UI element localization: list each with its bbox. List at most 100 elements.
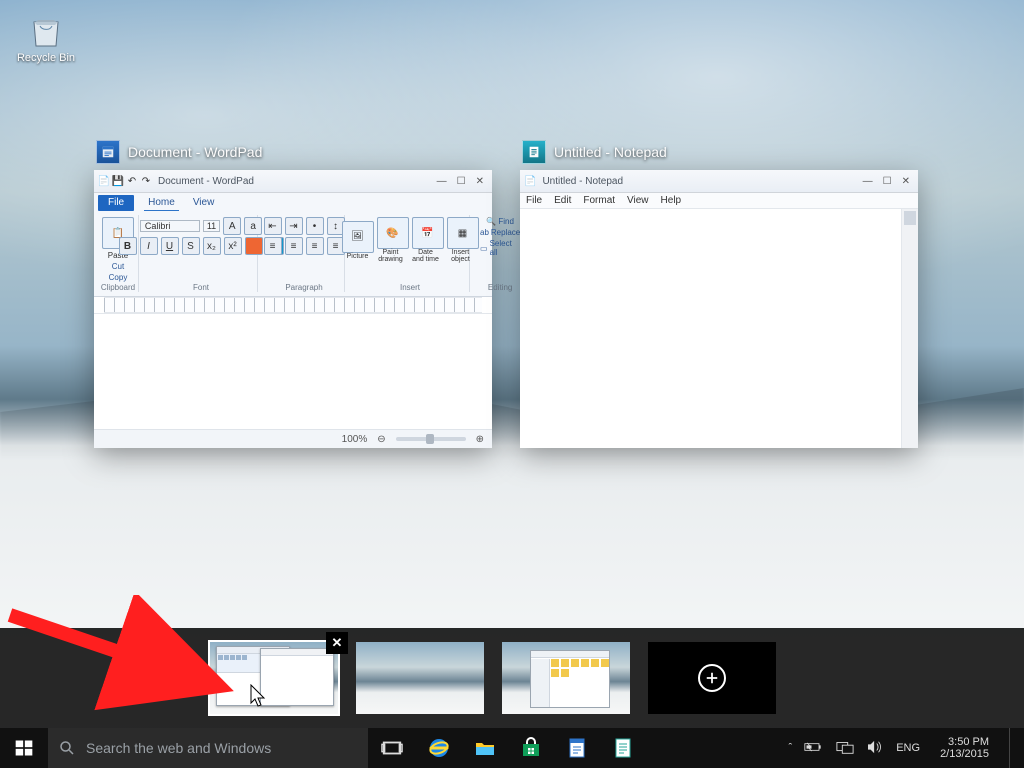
highlight-icon [245, 237, 263, 255]
qat-save-icon: 💾 [112, 175, 124, 187]
find-icon: 🔍 [486, 217, 496, 226]
close-icon: ✕ [902, 176, 910, 187]
zoom-percent: 100% [342, 434, 368, 445]
taskview-window-notepad[interactable]: Untitled - Notepad 📄 Untitled - Notepad … [520, 140, 918, 448]
taskbar-app-notepad[interactable] [600, 728, 646, 768]
align-right-icon: ≡ [306, 237, 324, 255]
maximize-icon: ☐ [457, 176, 466, 187]
wordpad-app-icon [96, 140, 120, 164]
bullets-icon: • [306, 217, 324, 235]
close-icon: ✕ [476, 176, 484, 187]
qat-redo-icon: ↷ [140, 175, 152, 187]
recycle-bin-icon[interactable]: Recycle Bin [14, 10, 78, 64]
zoom-slider [396, 437, 466, 441]
close-desktop-button[interactable]: ✕ [326, 632, 348, 654]
picture-label: Picture [342, 253, 374, 260]
dec-indent-icon: ⇤ [264, 217, 282, 235]
language-indicator[interactable]: ENG [896, 742, 920, 754]
wordpad-icon [565, 736, 589, 760]
tray-chevron-up-icon[interactable]: ˆ [789, 742, 793, 754]
notepad-window-preview: 📄 Untitled - Notepad — ☐ ✕ File Edit For… [520, 170, 918, 448]
battery-icon[interactable] [804, 741, 824, 756]
notepad-menu: File Edit Format View Help [520, 193, 918, 209]
notepad-doc-icon: 📄 [524, 176, 536, 187]
ie-icon [427, 736, 451, 760]
insert-group-label: Insert [351, 283, 469, 292]
taskview-window-wordpad[interactable]: Document - WordPad 📄 💾 ↶ ↷ Document - Wo… [94, 140, 492, 448]
taskbar: Search the web and Windows ˆ ENG [0, 728, 1024, 768]
taskview-button[interactable] [368, 728, 416, 768]
sup-icon: x² [224, 237, 242, 255]
taskview-window-title: Document - WordPad [128, 144, 262, 160]
virtual-desktop-2[interactable] [356, 642, 484, 714]
taskbar-search[interactable]: Search the web and Windows [48, 728, 368, 768]
picture-icon: 🖼 [342, 221, 374, 253]
system-tray[interactable]: ˆ ENG 3:50 PM 2/13/2015 [781, 728, 1024, 768]
wordpad-window-title-text: Document - WordPad [158, 176, 437, 187]
object-label: Insert object [447, 249, 475, 263]
selectall-label: Select all [490, 239, 521, 257]
wordpad-document-area [94, 313, 492, 429]
minimize-icon: — [863, 176, 873, 187]
ribbon-tab-file: File [98, 195, 134, 211]
notepad-window-title-text: Untitled - Notepad [542, 176, 862, 187]
wordpad-ruler [104, 297, 482, 313]
network-icon[interactable] [836, 740, 854, 757]
font-size-box: 11 [203, 220, 220, 232]
mouse-cursor-icon [250, 684, 268, 708]
clipboard-group-label: Clipboard [98, 283, 138, 292]
shrink-font-icon: a [244, 217, 262, 235]
clock-date: 2/13/2015 [940, 748, 989, 760]
qat-icon: 📄 [98, 175, 110, 187]
notepad-titlebar: 📄 Untitled - Notepad — ☐ ✕ [520, 170, 918, 193]
replace-icon: ab [480, 228, 489, 237]
taskview-icon [381, 737, 403, 759]
object-icon: ▦ [447, 217, 479, 249]
cut-label: Cut [112, 262, 124, 271]
taskbar-app-explorer[interactable] [462, 728, 508, 768]
editing-group-label: Editing [476, 283, 524, 292]
taskbar-app-ie[interactable] [416, 728, 462, 768]
taskbar-clock[interactable]: 3:50 PM 2/13/2015 [932, 736, 997, 760]
minimize-icon: — [437, 176, 447, 187]
search-placeholder: Search the web and Windows [86, 740, 271, 756]
sub-icon: x₂ [203, 237, 221, 255]
virtual-desktop-1[interactable]: ✕ [210, 642, 338, 714]
notepad-text-area [520, 209, 918, 448]
taskbar-app-store[interactable] [508, 728, 554, 768]
search-icon [58, 739, 76, 757]
new-desktop-button[interactable] [648, 642, 776, 714]
taskview-window-header: Document - WordPad [94, 140, 492, 170]
taskbar-app-wordpad[interactable] [554, 728, 600, 768]
paint-label: Paint drawing [377, 249, 405, 263]
paint-icon: 🎨 [377, 217, 409, 249]
zoom-in-icon: ⊕ [476, 434, 484, 445]
start-button[interactable] [0, 728, 48, 768]
plus-icon [698, 664, 726, 692]
taskview-window-header: Untitled - Notepad [520, 140, 918, 170]
inc-indent-icon: ⇥ [285, 217, 303, 235]
virtual-desktop-3[interactable] [502, 642, 630, 714]
wordpad-ribbon: File Home View 📋 Paste Cut Copy Clipboar… [94, 193, 492, 297]
menu-file: File [526, 195, 542, 206]
align-center-icon: ≡ [285, 237, 303, 255]
clock-time: 3:50 PM [940, 736, 989, 748]
volume-icon[interactable] [866, 740, 884, 757]
menu-edit: Edit [554, 195, 571, 206]
trash-icon [26, 10, 66, 50]
recycle-bin-label: Recycle Bin [14, 52, 78, 64]
menu-help: Help [661, 195, 682, 206]
maximize-icon: ☐ [883, 176, 892, 187]
align-left-icon: ≡ [264, 237, 282, 255]
find-label: Find [498, 217, 514, 226]
store-icon [519, 736, 543, 760]
wordpad-statusbar: 100% ⊖ ⊕ [94, 429, 492, 448]
wordpad-window-preview: 📄 💾 ↶ ↷ Document - WordPad — ☐ ✕ File Ho… [94, 170, 492, 448]
show-desktop-button[interactable] [1009, 728, 1016, 768]
ribbon-tab-view: View [189, 195, 219, 211]
datetime-label: Date and time [412, 249, 440, 263]
font-family-box: Calibri [140, 220, 200, 232]
grow-font-icon: A [223, 217, 241, 235]
virtual-desktops-strip: ✕ [0, 628, 1024, 728]
qat-undo-icon: ↶ [126, 175, 138, 187]
